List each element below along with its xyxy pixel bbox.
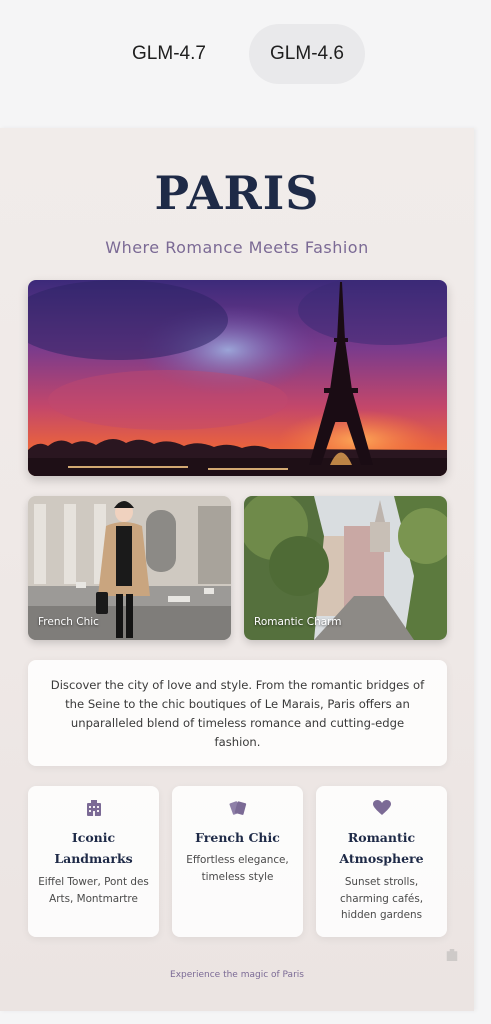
photo-romantic-charm: Romantic Charm	[244, 496, 447, 640]
feature-title: Romantic Atmosphere	[339, 830, 424, 866]
feature-card-french-chic: French Chic Effortless elegance, timeles…	[172, 786, 303, 937]
photo-caption-romantic-charm: Romantic Charm	[254, 616, 342, 628]
footer-text: Experience the magic of Paris	[170, 970, 304, 980]
feature-title: Iconic Landmarks	[54, 830, 133, 866]
photo-caption-french-chic: French Chic	[38, 616, 99, 628]
building-icon	[28, 800, 159, 820]
intro-text: Discover the city of love and style. Fro…	[28, 660, 447, 766]
heart-icon	[316, 800, 447, 820]
tab-glm-4-6[interactable]: GLM-4.6	[249, 24, 365, 84]
tab-glm-4-7[interactable]: GLM-4.7	[108, 24, 230, 84]
feature-card-landmarks: Iconic Landmarks Eiffel Tower, Pont des …	[28, 786, 159, 937]
feature-description: Eiffel Tower, Pont des Arts, Montmartre	[38, 876, 149, 905]
model-tab-bar: GLM-4.7 GLM-4.6	[0, 0, 491, 128]
photo-french-chic: French Chic	[28, 496, 231, 640]
feature-title: French Chic	[195, 830, 280, 845]
feature-description: Effortless elegance, timeless style	[186, 854, 289, 883]
paris-page-card: PARIS Where Romance Meets Fashion French…	[0, 128, 474, 1011]
palette-icon	[172, 800, 303, 820]
feature-card-romantic-atmosphere: Romantic Atmosphere Sunset strolls, char…	[316, 786, 447, 937]
page-title: PARIS	[154, 166, 320, 220]
building-icon	[446, 948, 458, 966]
feature-description: Sunset strolls, charming cafés, hidden g…	[339, 876, 424, 921]
hero-image-eiffel-tower-sunset	[28, 280, 447, 476]
page-subtitle: Where Romance Meets Fashion	[105, 238, 369, 257]
